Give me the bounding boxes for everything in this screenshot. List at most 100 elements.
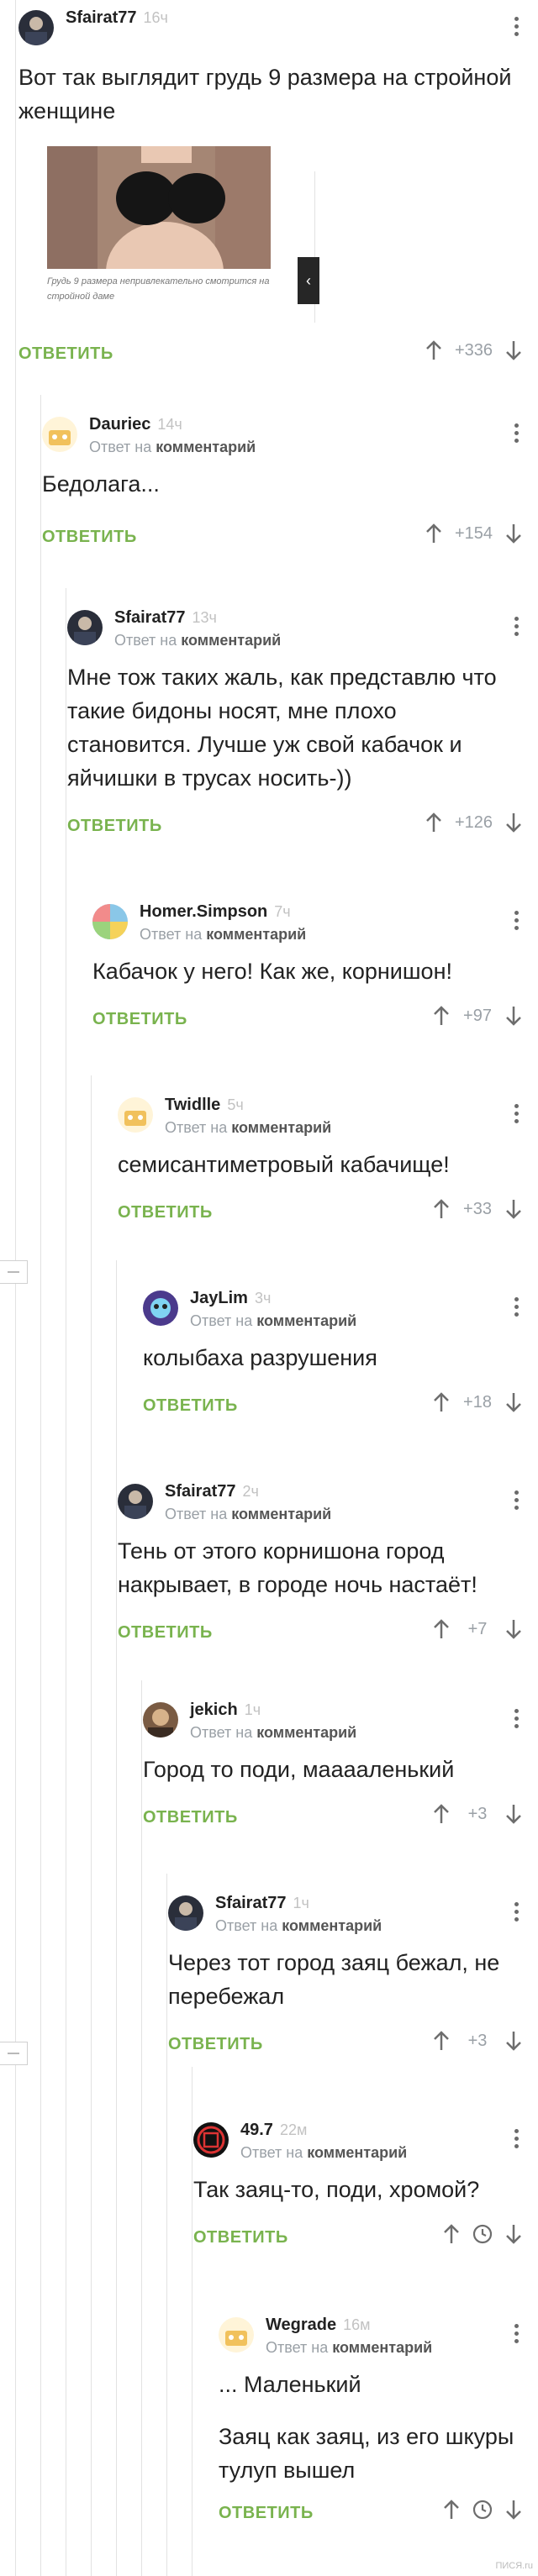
more-vertical-icon[interactable] — [514, 911, 520, 933]
reply-to-link[interactable]: Ответ на комментарий — [190, 1312, 356, 1330]
arrow-up-icon[interactable] — [432, 1391, 451, 1413]
arrow-down-icon[interactable] — [504, 1198, 523, 1220]
arrow-up-icon[interactable] — [432, 1198, 451, 1220]
avatar[interactable] — [193, 2122, 229, 2158]
arrow-down-icon[interactable] — [504, 523, 523, 544]
arrow-up-icon[interactable] — [432, 1803, 451, 1825]
comment-image[interactable] — [47, 146, 271, 269]
avatar[interactable] — [143, 1702, 178, 1737]
arrow-down-icon[interactable] — [504, 812, 523, 833]
more-vertical-icon[interactable] — [514, 1902, 520, 1925]
reply-to-link[interactable]: Ответ на комментарий — [165, 1119, 331, 1137]
avatar[interactable] — [42, 417, 77, 452]
more-vertical-icon[interactable] — [514, 1709, 520, 1732]
arrow-up-icon[interactable] — [432, 1005, 451, 1027]
reply-to-link[interactable]: Ответ на комментарий — [114, 632, 281, 649]
more-vertical-icon[interactable] — [514, 617, 520, 639]
thread-line — [166, 1874, 167, 2576]
comment-time: 1ч — [244, 1701, 261, 1718]
arrow-up-icon[interactable] — [432, 2030, 451, 2052]
arrow-down-icon[interactable] — [504, 1803, 523, 1825]
more-vertical-icon[interactable] — [514, 1297, 520, 1320]
comment-author[interactable]: JayLim 3ч — [190, 1289, 271, 1308]
more-vertical-icon[interactable] — [514, 423, 520, 446]
reply-button[interactable]: ОТВЕТИТЬ — [193, 2228, 288, 2247]
more-vertical-icon[interactable] — [514, 1490, 520, 1513]
comment-author[interactable]: Sfairat77 1ч — [215, 1894, 309, 1913]
comment-author[interactable]: Sfairat77 16ч — [66, 8, 168, 28]
avatar[interactable] — [118, 1484, 153, 1519]
arrow-up-icon[interactable] — [425, 523, 443, 544]
comment-time: 13ч — [192, 609, 217, 626]
reply-to-link[interactable]: Ответ на комментарий — [190, 1724, 356, 1742]
arrow-down-icon[interactable] — [504, 339, 523, 361]
arrow-down-icon[interactable] — [504, 2499, 523, 2521]
more-vertical-icon[interactable] — [514, 1104, 520, 1127]
avatar[interactable] — [18, 10, 54, 45]
arrow-up-icon[interactable] — [442, 2499, 461, 2521]
comment: Sfairat77 2ч Ответ на комментарий Тень от… — [118, 1479, 523, 1652]
arrow-down-icon[interactable] — [504, 2223, 523, 2245]
avatar[interactable] — [92, 904, 128, 939]
collapse-minus-icon — [8, 1271, 19, 1273]
arrow-up-icon[interactable] — [425, 812, 443, 833]
collapse-minus-icon — [8, 2053, 19, 2054]
arrow-up-icon[interactable] — [425, 339, 443, 361]
comment-time: 1ч — [293, 1895, 309, 1911]
comment-author[interactable]: Twidlle 5ч — [165, 1096, 244, 1115]
avatar[interactable] — [219, 2317, 254, 2353]
more-vertical-icon[interactable] — [514, 2129, 520, 2152]
comment-author[interactable]: 49.7 22м — [240, 2121, 307, 2140]
arrow-down-icon[interactable] — [504, 1391, 523, 1413]
reply-button[interactable]: ОТВЕТИТЬ — [143, 1396, 238, 1416]
reply-to-link[interactable]: Ответ на комментарий — [89, 439, 256, 456]
reply-to-link[interactable]: Ответ на комментарий — [140, 926, 306, 944]
comment-author[interactable]: jekich 1ч — [190, 1701, 261, 1720]
collapse-thread-button[interactable] — [0, 1260, 28, 1284]
arrow-down-icon[interactable] — [504, 2030, 523, 2052]
reply-button[interactable]: ОТВЕТИТЬ — [42, 528, 137, 547]
comment-body: Город то поди, мааааленький — [143, 1753, 523, 1786]
comment-author[interactable]: Sfairat77 2ч — [165, 1482, 259, 1501]
avatar[interactable] — [118, 1097, 153, 1133]
comment-body: Через тот город заяц бежал, не перебежал — [168, 1946, 523, 2013]
reply-button[interactable]: ОТВЕТИТЬ — [67, 817, 162, 836]
comment-actions: ОТВЕТИТЬ +336 — [18, 336, 523, 373]
thread-line — [116, 1260, 117, 2576]
avatar[interactable] — [143, 1291, 178, 1326]
reply-to-link[interactable]: Ответ на комментарий — [266, 2339, 432, 2357]
avatar[interactable] — [168, 1895, 203, 1931]
thread-line — [91, 1075, 92, 2576]
comment-author[interactable]: Sfairat77 13ч — [114, 608, 217, 628]
comment-author[interactable]: Dauriec 14ч — [89, 415, 182, 434]
comment-body: Бедолага... — [42, 467, 523, 501]
comment-actions: ОТВЕТИТЬ — [219, 2495, 523, 2532]
vote-count: +7 — [467, 1619, 488, 1638]
chevron-left-icon[interactable]: ‹ — [298, 257, 319, 304]
arrow-up-icon[interactable] — [442, 2223, 461, 2245]
comment-author[interactable]: Wegrade 16м — [266, 2316, 371, 2335]
more-vertical-icon[interactable] — [514, 17, 520, 39]
reply-to-link[interactable]: Ответ на комментарий — [240, 2144, 407, 2162]
reply-to-link[interactable]: Ответ на комментарий — [215, 1917, 382, 1935]
arrow-up-icon[interactable] — [432, 1618, 451, 1640]
vote-count: +126 — [454, 812, 493, 832]
arrow-down-icon[interactable] — [504, 1005, 523, 1027]
reply-button[interactable]: ОТВЕТИТЬ — [219, 2504, 314, 2523]
reply-to-link[interactable]: Ответ на комментарий — [165, 1506, 331, 1523]
reply-button[interactable]: ОТВЕТИТЬ — [118, 1623, 213, 1643]
reply-button[interactable]: ОТВЕТИТЬ — [18, 344, 113, 364]
comment-actions: ОТВЕТИТЬ +126 — [67, 808, 523, 845]
reply-button[interactable]: ОТВЕТИТЬ — [92, 1010, 187, 1029]
comment-body: Мне тож таких жаль, как представлю что т… — [67, 660, 523, 795]
reply-button[interactable]: ОТВЕТИТЬ — [168, 2035, 263, 2054]
reply-button[interactable]: ОТВЕТИТЬ — [118, 1203, 213, 1222]
comment-author[interactable]: Homer.Simpson 7ч — [140, 902, 291, 922]
more-vertical-icon[interactable] — [514, 2324, 520, 2347]
arrow-down-icon[interactable] — [504, 1618, 523, 1640]
avatar[interactable] — [67, 610, 103, 645]
collapse-thread-button[interactable] — [0, 2042, 28, 2065]
comment: Dauriec 14ч Ответ на комментарий Бедолага… — [42, 412, 523, 556]
reply-button[interactable]: ОТВЕТИТЬ — [143, 1808, 238, 1827]
comment-time: 3ч — [254, 1290, 272, 1306]
